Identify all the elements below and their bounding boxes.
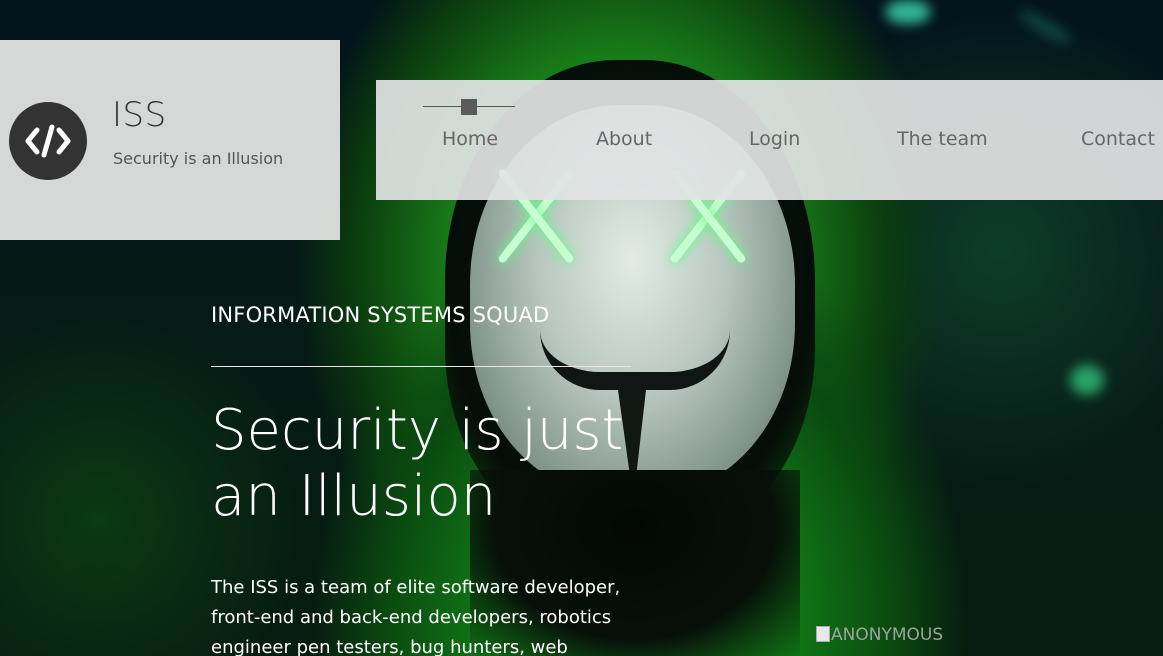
nav-item-about[interactable]: About [596, 128, 652, 150]
hero-description: The ISS is a team of elite software deve… [211, 577, 621, 656]
site-tagline: Security is an Illusion [113, 149, 284, 168]
hero-headline: Security is just an Illusion [211, 398, 624, 529]
nav-item-contact[interactable]: Contact [1081, 128, 1155, 150]
image-alt-text: ANONYMOUS [831, 625, 944, 645]
main-nav: Home About Login The team Contact [376, 80, 1163, 200]
hero-eyebrow: INFORMATION SYSTEMS SQUAD [211, 303, 550, 327]
nav-active-indicator [423, 99, 515, 115]
nav-item-home[interactable]: Home [442, 128, 498, 150]
hero-divider [211, 366, 631, 367]
nav-item-the-team[interactable]: The team [897, 128, 988, 150]
code-icon [9, 102, 87, 180]
broken-image-icon [816, 626, 830, 642]
anonymous-image: ANONYMOUS [816, 625, 956, 653]
logo-panel[interactable]: ISS Security is an Illusion [0, 40, 340, 240]
site-title: ISS [112, 95, 167, 135]
nav-item-login[interactable]: Login [749, 128, 800, 150]
